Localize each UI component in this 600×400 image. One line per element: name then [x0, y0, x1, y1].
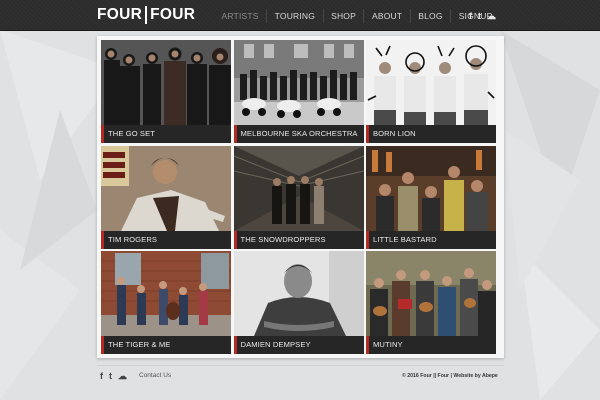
artist-name: THE GO SET	[101, 125, 231, 143]
twitter-icon[interactable]: t	[478, 11, 481, 21]
nav-touring[interactable]: TOURING	[266, 8, 322, 23]
nav-about[interactable]: ABOUT	[363, 8, 409, 23]
artist-photo	[366, 40, 496, 125]
artist-name: LITTLE BASTARD	[366, 230, 496, 249]
artist-name: DAMIEN DEMPSEY	[233, 336, 364, 354]
artist-tile-melbourne-ska-orchestra[interactable]: MELBOURNE SKA ORCHESTRA	[233, 40, 364, 143]
artist-photo	[233, 145, 364, 231]
top-header: FOUR FOUR ARTISTS TOURING SHOP ABOUT BLO…	[0, 0, 600, 31]
artist-tile-damien-dempsey[interactable]: DAMIEN DEMPSEY	[233, 251, 364, 354]
artist-photo	[233, 251, 364, 336]
artist-tile-the-snowdroppers[interactable]: THE SNOWDROPPERS	[233, 145, 364, 249]
artist-photo	[366, 145, 496, 231]
copyright-text: © 2016 Four || Four | Website by Abepe	[402, 373, 498, 379]
artist-photo	[101, 145, 231, 231]
contact-us-link[interactable]: Contact Us	[139, 372, 171, 379]
logo-divider	[145, 6, 148, 24]
logo-text-right: FOUR	[150, 6, 196, 23]
artists-grid-frame: THE GO SET MELBOURNE SKA ORCHESTRA BORN …	[97, 36, 504, 358]
artist-name: TIM ROGERS	[101, 230, 231, 249]
artist-name: BORN LION	[366, 125, 496, 143]
footer-divider	[97, 365, 504, 366]
header-social-links: f t ☁	[469, 11, 496, 21]
soundcloud-icon[interactable]: ☁	[487, 11, 496, 21]
footer-social-links: f t ☁	[100, 371, 127, 381]
artist-name: THE TIGER & ME	[101, 336, 231, 354]
artist-name: MUTINY	[366, 336, 496, 354]
artist-tile-born-lion[interactable]: BORN LION	[366, 40, 496, 143]
main-nav: ARTISTS TOURING SHOP ABOUT BLOG SIGNUP	[214, 0, 500, 31]
soundcloud-icon[interactable]: ☁	[118, 371, 127, 381]
artist-tile-mutiny[interactable]: MUTINY	[366, 251, 496, 354]
twitter-icon[interactable]: t	[109, 371, 112, 381]
artist-photo	[233, 40, 364, 125]
artist-photo	[101, 251, 231, 336]
artist-tile-little-bastard[interactable]: LITTLE BASTARD	[366, 145, 496, 249]
logo-text-left: FOUR	[97, 6, 143, 23]
nav-shop[interactable]: SHOP	[322, 8, 364, 23]
artist-photo	[366, 251, 496, 336]
site-logo[interactable]: FOUR FOUR	[97, 5, 195, 25]
artist-name: MELBOURNE SKA ORCHESTRA	[233, 125, 364, 143]
nav-blog[interactable]: BLOG	[409, 8, 450, 23]
artists-grid: THE GO SET MELBOURNE SKA ORCHESTRA BORN …	[101, 40, 500, 354]
nav-artists[interactable]: ARTISTS	[214, 9, 266, 23]
artist-photo	[101, 40, 231, 125]
artist-tile-tim-rogers[interactable]: TIM ROGERS	[101, 145, 231, 249]
artist-tile-the-go-set[interactable]: THE GO SET	[101, 40, 231, 143]
artist-tile-the-tiger-and-me[interactable]: THE TIGER & ME	[101, 251, 231, 354]
facebook-icon[interactable]: f	[100, 371, 103, 381]
facebook-icon[interactable]: f	[469, 11, 472, 21]
artist-name: THE SNOWDROPPERS	[233, 230, 364, 249]
